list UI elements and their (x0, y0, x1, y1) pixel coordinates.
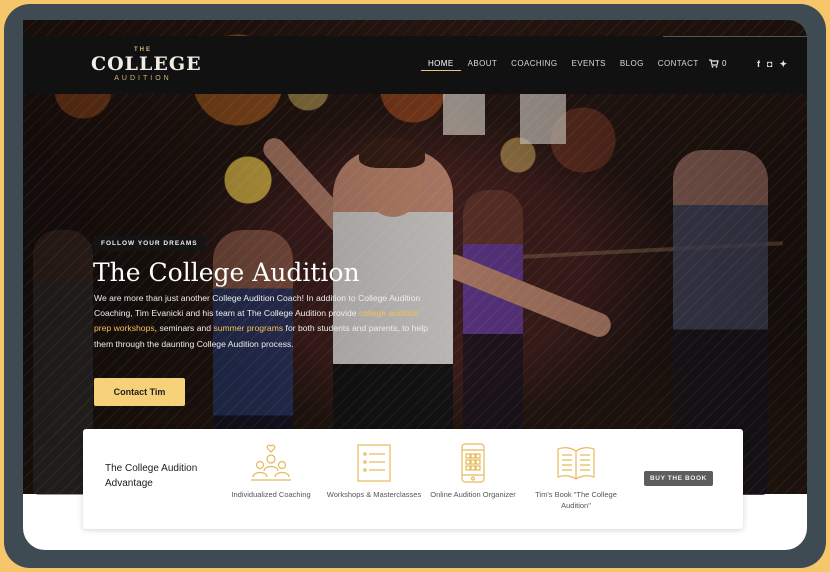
hero-description: We are more than just another College Au… (94, 291, 434, 352)
main-nav: HOME ABOUT COACHING EVENTS BLOG CONTACT (421, 58, 706, 71)
nav-item-contact[interactable]: CONTACT (651, 58, 706, 71)
buy-the-book-button[interactable]: BUY THE BOOK (644, 471, 713, 486)
checklist-icon (357, 444, 391, 482)
feature-label: Individualized Coaching (231, 490, 311, 499)
phone-organizer-icon (461, 443, 485, 483)
hero-eyebrow: FOLLOW YOUR DREAMS (94, 236, 205, 251)
contact-tim-button[interactable]: Contact Tim (94, 378, 185, 406)
advantage-card: The College Audition Advantage Individua (83, 429, 743, 529)
nav-item-home[interactable]: HOME (421, 58, 461, 71)
logo-audition-text: AUDITION (114, 75, 172, 82)
feature-label: Workshops & Masterclasses (326, 490, 422, 499)
feature-audition-organizer[interactable]: Online Audition Organizer (418, 443, 528, 500)
feature-label: Online Audition Organizer (430, 490, 516, 499)
feature-individualized-coaching[interactable]: Individualized Coaching (216, 443, 326, 500)
device-background: FOLLOW YOUR DREAMS The College Audition … (0, 0, 830, 572)
hero-title: The College Audition (93, 258, 360, 287)
advantage-title: The College Audition Advantage (105, 463, 198, 489)
nav-item-events[interactable]: EVENTS (565, 58, 613, 71)
twitter-icon[interactable]: ✦ (779, 58, 787, 70)
nav-item-blog[interactable]: BLOG (613, 58, 651, 71)
facebook-icon[interactable]: f (757, 58, 760, 70)
nav-item-about[interactable]: ABOUT (461, 58, 505, 71)
cart-button[interactable]: 0 (709, 59, 726, 68)
top-navbar: THE COLLEGE AUDITION HOME ABOUT COACHING… (23, 36, 807, 94)
nav-item-coaching[interactable]: COACHING (504, 58, 564, 71)
instagram-icon[interactable]: ◘ (767, 58, 772, 70)
summer-programs-link[interactable]: summer programs (213, 323, 283, 333)
navbar-top-divider (663, 36, 807, 37)
cart-count: 0 (722, 59, 727, 68)
feature-workshops[interactable]: Workshops & Masterclasses (319, 443, 429, 500)
logo-college-text: COLLEGE (91, 53, 202, 75)
social-links: f ◘ ✦ (757, 58, 787, 70)
site-logo[interactable]: THE COLLEGE AUDITION (91, 46, 202, 86)
cart-icon (709, 59, 719, 68)
people-icon (251, 444, 291, 481)
hero-body-text: , seminars and (154, 323, 214, 334)
feature-label: Tim's Book "The College Audition" (535, 490, 617, 510)
website-screen: FOLLOW YOUR DREAMS The College Audition … (23, 20, 807, 550)
feature-tims-book[interactable]: Tim's Book "The College Audition" (521, 443, 631, 511)
book-icon (557, 447, 595, 480)
